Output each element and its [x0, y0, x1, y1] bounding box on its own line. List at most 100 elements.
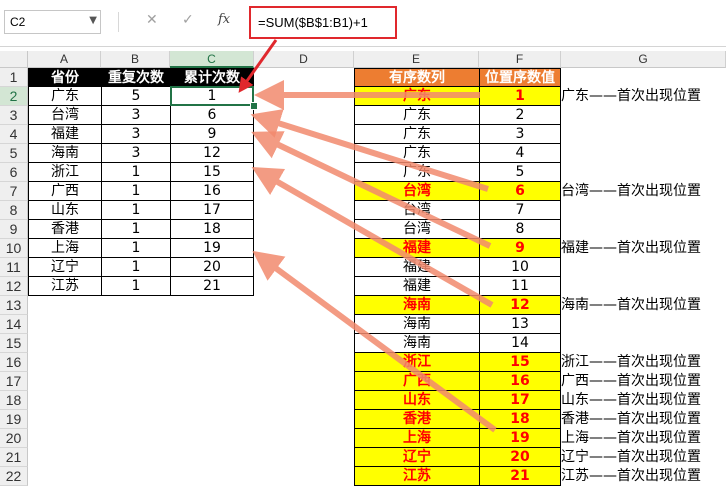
row-header-14[interactable]: 14	[0, 315, 28, 334]
table-cell[interactable]: 上海	[28, 238, 102, 258]
table-cell[interactable]: 20	[479, 447, 561, 467]
insert-function-icon[interactable]: fx	[218, 12, 230, 27]
column-header-e[interactable]: E	[354, 51, 479, 68]
table-cell[interactable]: 海南	[354, 295, 480, 315]
table-cell[interactable]: 1	[101, 200, 171, 220]
row-header-3[interactable]: 3	[0, 106, 28, 125]
table-cell[interactable]: 12	[479, 295, 561, 315]
table-cell[interactable]: 6	[170, 105, 254, 125]
table-cell[interactable]: 17	[479, 390, 561, 410]
table-cell[interactable]: 13	[479, 314, 561, 334]
row-header-8[interactable]: 8	[0, 201, 28, 220]
row-header-20[interactable]: 20	[0, 429, 28, 448]
table-cell[interactable]: 20	[170, 257, 254, 277]
table-cell[interactable]: 辽宁	[354, 447, 480, 467]
right-table-header[interactable]: 有序数列	[354, 68, 480, 87]
enter-icon[interactable]: ✓	[182, 12, 194, 28]
column-header-c[interactable]: C	[170, 51, 254, 68]
right-table-header[interactable]: 位置序数值	[479, 68, 561, 87]
table-cell[interactable]: 19	[479, 428, 561, 448]
table-cell[interactable]: 8	[479, 219, 561, 239]
fill-handle[interactable]	[250, 102, 258, 110]
table-cell[interactable]: 1	[479, 86, 561, 106]
left-table-header[interactable]: 累计次数	[170, 68, 254, 87]
table-cell[interactable]: 15	[479, 352, 561, 372]
row-header-22[interactable]: 22	[0, 467, 28, 486]
table-cell[interactable]: 10	[479, 257, 561, 277]
name-box[interactable]: C2 ▼	[4, 10, 101, 34]
table-cell[interactable]: 16	[170, 181, 254, 201]
table-cell[interactable]: 福建	[354, 238, 480, 258]
table-cell[interactable]: 福建	[354, 257, 480, 277]
left-table-header[interactable]: 重复次数	[101, 68, 171, 87]
chevron-down-icon[interactable]: ▼	[89, 15, 97, 26]
table-cell[interactable]: 广东	[354, 86, 480, 106]
column-header-d[interactable]: D	[254, 51, 354, 68]
table-cell[interactable]: 台湾	[354, 181, 480, 201]
row-header-5[interactable]: 5	[0, 144, 28, 163]
table-cell[interactable]: 12	[170, 143, 254, 163]
table-cell[interactable]: 海南	[354, 333, 480, 353]
table-cell[interactable]: 江苏	[354, 466, 480, 486]
table-cell[interactable]: 9	[170, 124, 254, 144]
table-cell[interactable]: 5	[479, 162, 561, 182]
table-cell[interactable]: 广东	[354, 162, 480, 182]
table-cell[interactable]: 21	[170, 276, 254, 296]
table-cell[interactable]: 香港	[28, 219, 102, 239]
column-header-f[interactable]: F	[479, 51, 561, 68]
table-cell[interactable]: 台湾	[354, 219, 480, 239]
table-cell[interactable]: 18	[170, 219, 254, 239]
column-header-a[interactable]: A	[28, 51, 101, 68]
row-header-18[interactable]: 18	[0, 391, 28, 410]
cancel-icon[interactable]: ✕	[146, 12, 158, 28]
table-cell[interactable]: 15	[170, 162, 254, 182]
table-cell[interactable]: 江苏	[28, 276, 102, 296]
row-header-7[interactable]: 7	[0, 182, 28, 201]
table-cell[interactable]: 3	[479, 124, 561, 144]
table-cell[interactable]: 19	[170, 238, 254, 258]
table-cell[interactable]: 16	[479, 371, 561, 391]
table-cell[interactable]: 广东	[354, 105, 480, 125]
table-cell[interactable]: 18	[479, 409, 561, 429]
table-cell[interactable]: 6	[479, 181, 561, 201]
table-cell[interactable]: 1	[101, 257, 171, 277]
row-header-1[interactable]: 1	[0, 68, 28, 87]
table-cell[interactable]: 台湾	[354, 200, 480, 220]
table-cell[interactable]: 5	[101, 86, 171, 106]
row-header-19[interactable]: 19	[0, 410, 28, 429]
table-cell[interactable]: 台湾	[28, 105, 102, 125]
table-cell[interactable]: 海南	[354, 314, 480, 334]
table-cell[interactable]: 山东	[354, 390, 480, 410]
column-header-b[interactable]: B	[101, 51, 170, 68]
table-cell[interactable]: 2	[479, 105, 561, 125]
table-cell[interactable]: 广西	[354, 371, 480, 391]
table-cell[interactable]: 1	[101, 162, 171, 182]
row-header-9[interactable]: 9	[0, 220, 28, 239]
table-cell[interactable]: 广西	[28, 181, 102, 201]
table-cell[interactable]: 广东	[28, 86, 102, 106]
table-cell[interactable]: 广东	[354, 143, 480, 163]
table-cell[interactable]: 辽宁	[28, 257, 102, 277]
table-cell[interactable]: 17	[170, 200, 254, 220]
select-all-corner[interactable]	[0, 51, 28, 68]
table-cell[interactable]: 14	[479, 333, 561, 353]
table-cell[interactable]: 福建	[28, 124, 102, 144]
table-cell[interactable]: 1	[101, 238, 171, 258]
table-cell[interactable]: 1	[101, 181, 171, 201]
table-cell[interactable]: 浙江	[354, 352, 480, 372]
row-header-11[interactable]: 11	[0, 258, 28, 277]
row-header-6[interactable]: 6	[0, 163, 28, 182]
table-cell[interactable]: 4	[479, 143, 561, 163]
row-header-21[interactable]: 21	[0, 448, 28, 467]
table-cell[interactable]: 香港	[354, 409, 480, 429]
left-table-header[interactable]: 省份	[28, 68, 102, 87]
table-cell[interactable]: 3	[101, 143, 171, 163]
table-cell[interactable]: 21	[479, 466, 561, 486]
table-cell[interactable]: 福建	[354, 276, 480, 296]
column-header-g[interactable]: G	[561, 51, 726, 68]
row-header-13[interactable]: 13	[0, 296, 28, 315]
table-cell[interactable]: 9	[479, 238, 561, 258]
table-cell[interactable]: 山东	[28, 200, 102, 220]
table-cell[interactable]: 浙江	[28, 162, 102, 182]
table-cell[interactable]: 3	[101, 124, 171, 144]
